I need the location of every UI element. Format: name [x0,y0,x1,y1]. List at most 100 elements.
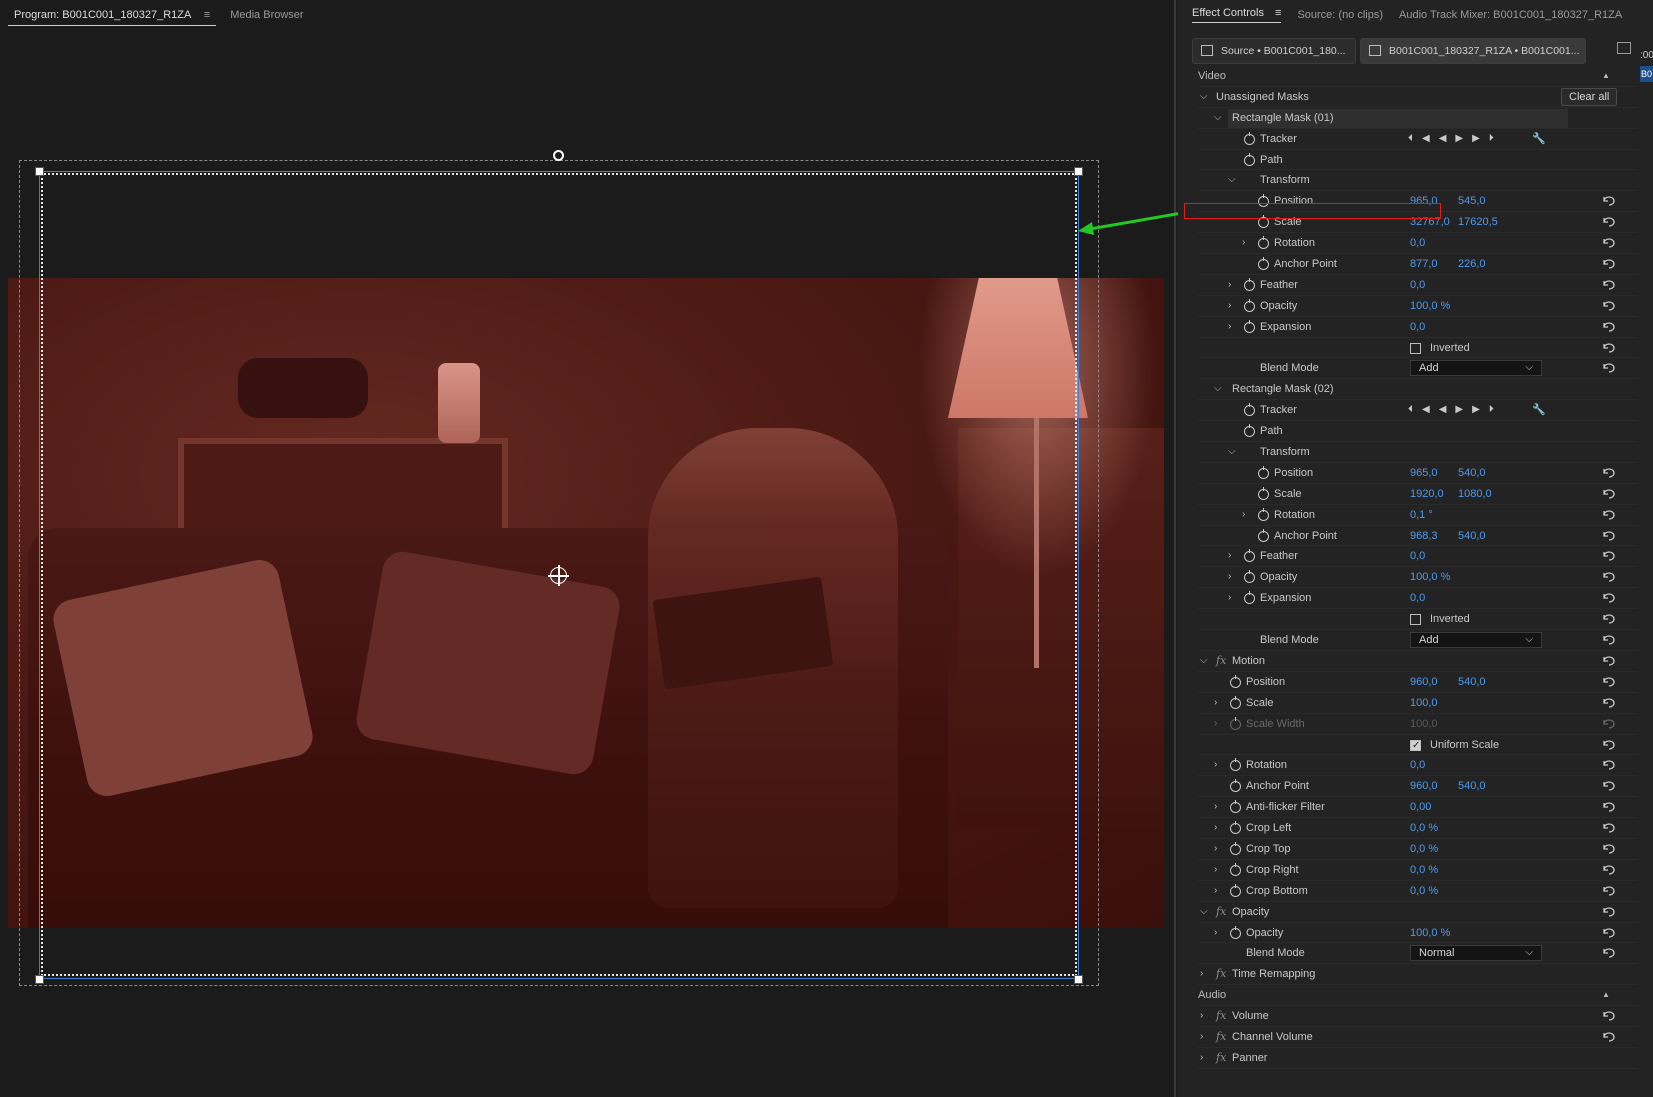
reset-icon[interactable] [1602,300,1617,312]
reset-icon[interactable] [1602,550,1617,562]
reset-icon[interactable] [1602,362,1617,374]
chevron-right-icon[interactable]: › [1214,839,1224,860]
timeline-toggle-icon[interactable] [1617,42,1631,54]
reset-icon[interactable] [1602,237,1617,249]
reset-icon[interactable] [1602,467,1617,479]
stopwatch-icon[interactable] [1258,528,1269,542]
collapse-up-icon[interactable]: ▲ [1602,66,1610,87]
chevron-right-icon[interactable]: › [1242,233,1252,254]
reset-icon[interactable] [1602,488,1617,500]
stopwatch-icon[interactable] [1244,570,1255,584]
value[interactable]: 0,0 [1410,317,1425,338]
value-x[interactable]: 877,0 [1410,254,1438,275]
value-y[interactable]: 540,0 [1458,526,1486,547]
value-x[interactable]: 1920,0 [1410,484,1444,505]
stopwatch-icon[interactable] [1244,549,1255,563]
wrench-icon[interactable]: 🔧 [1532,400,1546,421]
stopwatch-icon[interactable] [1244,131,1255,145]
panel-menu-icon[interactable]: ≡ [1275,7,1281,19]
reset-icon[interactable] [1602,843,1617,855]
reset-icon[interactable] [1602,864,1617,876]
mask1-transform-row[interactable]: ⌵ Transform [1198,170,1638,192]
fx-icon[interactable]: fx [1216,902,1226,923]
chevron-right-icon[interactable]: › [1200,1006,1210,1027]
chevron-down-icon[interactable]: ⌵ [1214,108,1224,129]
chevron-right-icon[interactable]: › [1228,588,1238,609]
value[interactable]: 0,0 [1410,588,1425,609]
time-remapping-row[interactable]: › fx Time Remapping [1198,964,1638,986]
reset-icon[interactable] [1602,739,1617,751]
value[interactable]: 0,0 % [1410,818,1438,839]
chevron-down-icon[interactable]: ⌵ [1214,379,1224,400]
reset-icon[interactable] [1602,676,1617,688]
stopwatch-icon[interactable] [1244,298,1255,312]
clear-all-button[interactable]: Clear all [1561,87,1618,106]
stopwatch-icon[interactable] [1244,591,1255,605]
fx-icon[interactable]: fx [1216,964,1226,985]
value-y[interactable]: 17620,5 [1458,212,1498,233]
value-x[interactable]: 960,0 [1410,672,1438,693]
stopwatch-icon[interactable] [1230,674,1241,688]
chevron-right-icon[interactable]: › [1214,797,1224,818]
stopwatch-icon[interactable] [1230,841,1241,855]
chevron-right-icon[interactable]: › [1214,923,1224,944]
stopwatch-icon[interactable] [1230,883,1241,897]
clip-sequence-button[interactable]: B001C001_180327_R1ZA • B001C001... [1360,38,1586,64]
mask-handle-top-left[interactable] [35,167,44,176]
chevron-right-icon[interactable]: › [1200,964,1210,985]
track-transport-icons[interactable]: ⏴◀◀▶▶⏵ [1408,400,1503,421]
chevron-right-icon[interactable]: › [1242,505,1252,526]
chevron-down-icon[interactable]: ⌵ [1200,902,1210,923]
reset-icon[interactable] [1602,321,1617,333]
stopwatch-icon[interactable] [1258,465,1269,479]
wrench-icon[interactable]: 🔧 [1532,129,1546,150]
tab-audio-mixer[interactable]: Audio Track Mixer: B001C001_180327_R1ZA [1399,9,1622,21]
value[interactable]: 100,0 % [1410,923,1450,944]
value-y[interactable]: 1080,0 [1458,484,1492,505]
blend-mode-select[interactable]: Add ⌵ [1410,632,1542,649]
reset-icon[interactable] [1602,801,1617,813]
reset-icon[interactable] [1602,1031,1617,1043]
track-transport-icons[interactable]: ⏴◀◀▶▶⏵ [1408,129,1503,150]
reset-icon[interactable] [1602,634,1617,646]
mask-rotation-handle[interactable] [553,150,564,161]
reset-icon[interactable] [1602,655,1617,667]
chevron-right-icon[interactable]: › [1214,755,1224,776]
reset-icon[interactable] [1602,885,1617,897]
value-x[interactable]: 965,0 [1410,463,1438,484]
chevron-right-icon[interactable]: › [1228,567,1238,588]
stopwatch-icon[interactable] [1244,403,1255,417]
unassigned-masks-row[interactable]: ⌵ Unassigned Masks Clear all [1198,87,1638,108]
stopwatch-icon[interactable] [1230,925,1241,939]
uniform-scale-checkbox[interactable] [1410,736,1421,756]
stopwatch-icon[interactable] [1230,800,1241,814]
value[interactable]: 0,0 % [1410,839,1438,860]
tab-media-browser[interactable]: Media Browser [224,4,309,26]
mask-handle-top-right[interactable] [1074,167,1083,176]
reset-icon[interactable] [1602,195,1617,207]
stopwatch-icon[interactable] [1230,758,1241,772]
opacity-header-row[interactable]: ⌵ fx Opacity [1198,902,1638,923]
value[interactable]: 0,0 [1410,233,1425,254]
reset-icon[interactable] [1602,279,1617,291]
chevron-right-icon[interactable]: › [1228,275,1238,296]
chevron-right-icon[interactable]: › [1228,317,1238,338]
stopwatch-icon[interactable] [1258,486,1269,500]
value[interactable]: 0,00 [1410,797,1431,818]
edge-clip-tab[interactable]: B0 [1640,66,1653,82]
reset-icon[interactable] [1602,759,1617,771]
reset-icon[interactable] [1602,216,1617,228]
mask-handle-bottom-left[interactable] [35,975,44,984]
reset-icon[interactable] [1602,571,1617,583]
fx-icon[interactable]: fx [1216,651,1226,672]
value[interactable]: 0,0 [1410,755,1425,776]
reset-icon[interactable] [1602,906,1617,918]
value-y[interactable]: 540,0 [1458,776,1486,797]
value-y[interactable]: 226,0 [1458,254,1486,275]
mask2-transform-row[interactable]: ⌵ Transform [1198,442,1638,463]
value[interactable]: 100,0 % [1410,296,1450,317]
value[interactable]: 0,0 % [1410,860,1438,881]
stopwatch-icon[interactable] [1244,152,1255,166]
fx-icon[interactable]: fx [1216,1027,1226,1048]
value[interactable]: 100,0 [1410,693,1438,714]
